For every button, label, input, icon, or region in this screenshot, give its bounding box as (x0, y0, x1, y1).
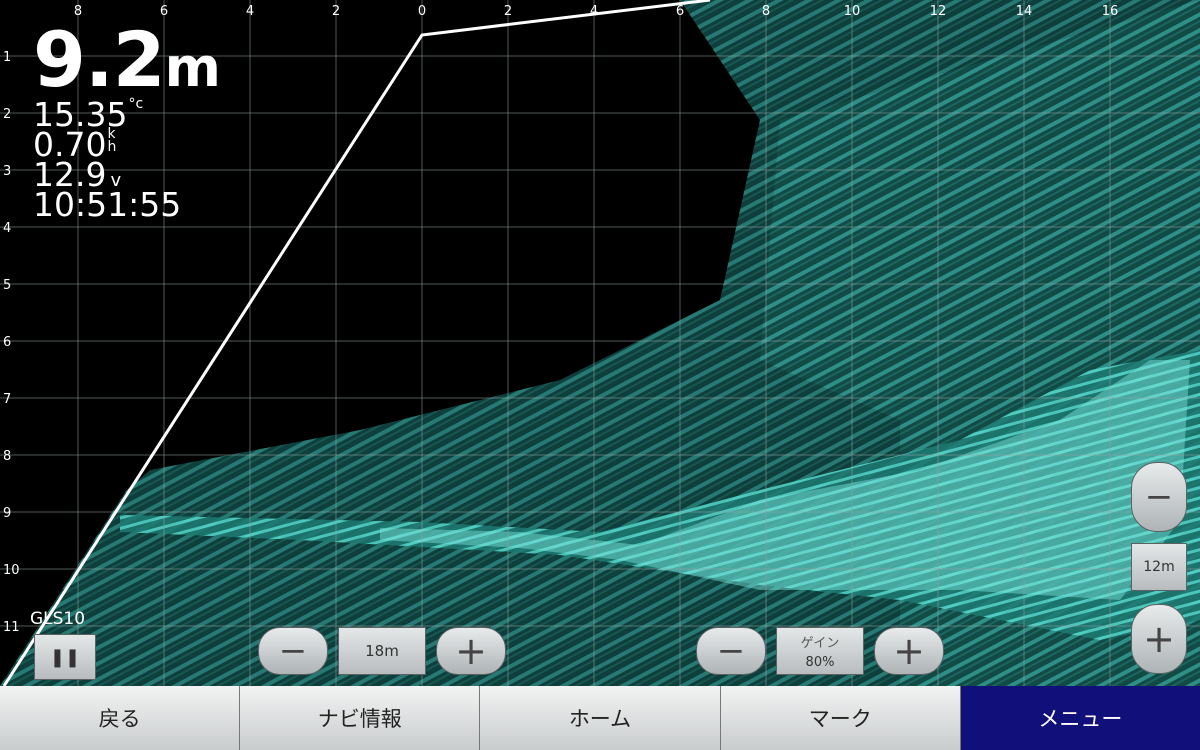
tab-nav-info[interactable]: ナビ情報 (240, 686, 481, 750)
depth-scale-label: 2 (3, 107, 11, 122)
range-value-button[interactable]: 18m (338, 627, 426, 675)
top-scale-label: 16 (1102, 4, 1119, 19)
tab-menu[interactable]: メニュー (960, 686, 1200, 750)
depth-scale-label: 3 (3, 164, 11, 179)
zoom-value-button[interactable]: 12m (1131, 543, 1187, 591)
plus-icon: + (455, 629, 487, 673)
minus-icon: − (1144, 477, 1174, 517)
top-scale-label: 6 (676, 4, 684, 19)
tab-back[interactable]: 戻る (0, 686, 241, 750)
pause-button[interactable]: ❚❚ (34, 634, 96, 680)
depth-scale-label: 10 (3, 563, 20, 578)
depth-scale-label: 8 (3, 449, 11, 464)
clock-readout: 10:51:55 (33, 185, 182, 224)
top-scale-label: 8 (762, 4, 770, 19)
top-scale-label: 0 (418, 4, 426, 19)
depth-scale-label: 6 (3, 335, 11, 350)
depth-scale-label: 1 (3, 50, 11, 65)
pause-icon: ❚❚ (49, 646, 81, 668)
depth-value: 9.2 (33, 15, 166, 104)
range-minus-button[interactable]: − (258, 627, 328, 675)
speed-unit: kh (107, 127, 117, 155)
top-scale-label: 2 (332, 4, 340, 19)
plus-icon: + (1143, 617, 1175, 661)
depth-scale-label: 9 (3, 506, 11, 521)
zoom-minus-button[interactable]: − (1131, 462, 1187, 532)
top-scale-label: 2 (504, 4, 512, 19)
zoom-value: 12m (1143, 559, 1175, 575)
gain-minus-button[interactable]: − (696, 627, 766, 675)
top-scale-label: 4 (246, 4, 254, 19)
depth-scale-label: 5 (3, 278, 11, 293)
depth-scale-label: 4 (3, 221, 11, 236)
top-scale-label: 10 (844, 4, 861, 19)
sonar-view[interactable]: 8 6 4 2 0 2 4 6 8 10 12 14 16 1234567891011 (0, 0, 1200, 686)
tab-home[interactable]: ホーム (480, 686, 721, 750)
depth-unit: m (164, 36, 221, 99)
minus-icon: − (278, 631, 308, 671)
water-temp-unit: °c (128, 96, 144, 112)
speed-unit-bottom: h (107, 139, 117, 155)
top-scale-label: 12 (930, 4, 947, 19)
top-scale-label: 4 (590, 4, 598, 19)
transducer-label: GLS10 (30, 609, 86, 629)
gain-value: 80% (805, 655, 835, 670)
depth-readout: 9.2m (33, 22, 221, 99)
minus-icon: − (716, 631, 746, 671)
depth-scale-label: 7 (3, 392, 11, 407)
top-scale-label: 14 (1016, 4, 1033, 19)
zoom-plus-button[interactable]: + (1131, 604, 1187, 674)
tab-mark[interactable]: マーク (720, 686, 961, 750)
range-value: 18m (365, 642, 399, 660)
bottom-nav: 戻る ナビ情報 ホーム マーク メニュー (0, 686, 1200, 750)
plus-icon: + (893, 629, 925, 673)
range-plus-button[interactable]: + (436, 627, 506, 675)
gain-plus-button[interactable]: + (874, 627, 944, 675)
depth-scale-label: 11 (3, 620, 20, 635)
gain-label: ゲイン (800, 636, 840, 651)
gain-value-button[interactable]: ゲイン 80% (776, 627, 864, 675)
